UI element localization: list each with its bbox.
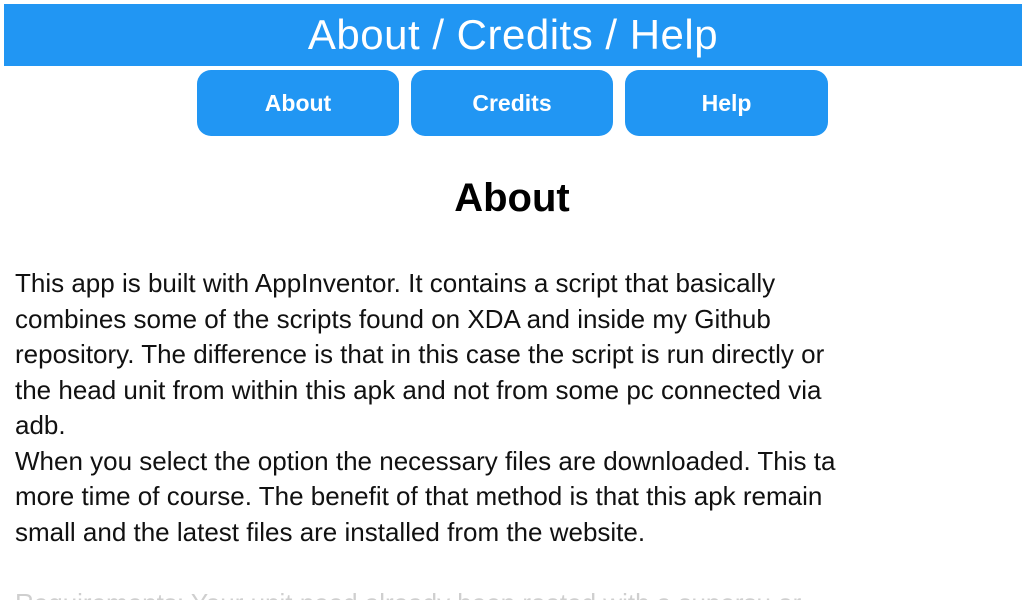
about-line: This app is built with AppInventor. It c… [15,268,776,298]
about-line: repository. The difference is that in th… [15,339,825,369]
about-line: combines some of the scripts found on XD… [15,303,771,334]
about-line: adb. [15,410,66,440]
about-line: small and the latest files are installed… [15,516,646,547]
tab-bar: About Credits Help [0,68,1024,140]
app-title: About / Credits / Help [307,11,719,58]
tab-credits[interactable]: Credits [411,70,613,136]
section-heading: About [454,176,570,220]
about-line: more time of course. The benefit of that… [15,481,823,511]
tab-about[interactable]: About [197,70,399,136]
tab-help[interactable]: Help [625,70,828,136]
about-line: the head unit from within this apk and n… [15,374,822,405]
about-text-scroll-area[interactable]: This app is built with AppInventor. It c… [15,266,958,600]
app-title-bar: About / Credits / Help [4,4,1022,66]
about-line: When you select the option the necessary… [15,445,836,476]
requirements-line: Requirements: Your unit need already bee… [15,586,958,600]
